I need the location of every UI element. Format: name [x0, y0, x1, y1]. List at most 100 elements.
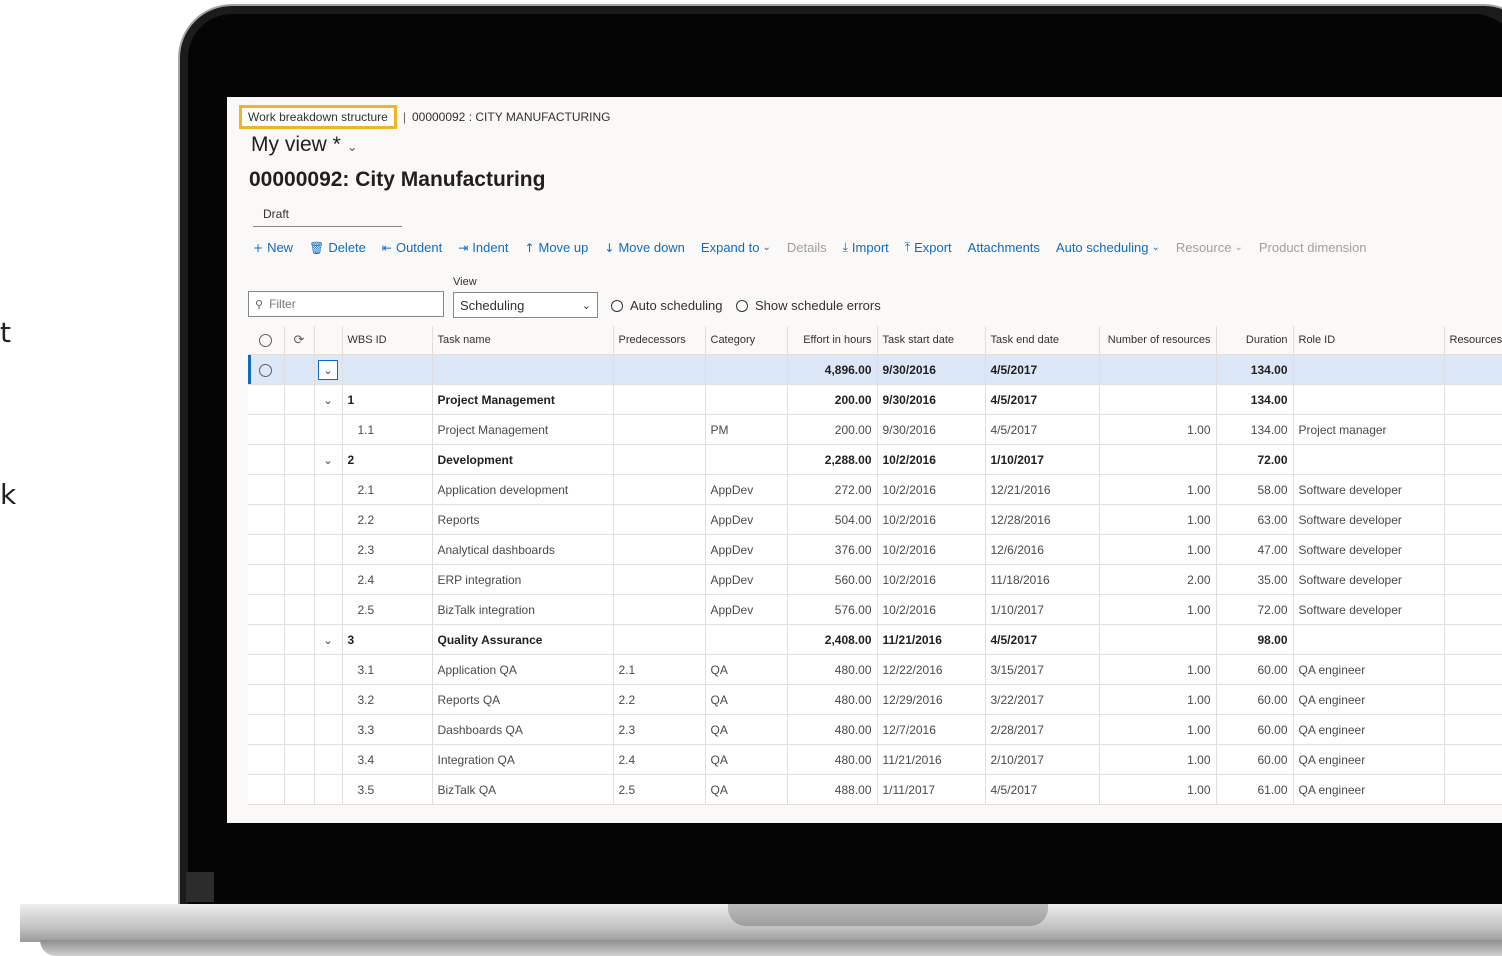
row-select-cell[interactable]: [248, 534, 285, 565]
delete-button[interactable]: 🗑 Delete: [309, 240, 366, 255]
resources-count-cell[interactable]: 1.00: [1099, 594, 1217, 625]
task-name-cell[interactable]: Project Management: [432, 414, 614, 445]
category-cell[interactable]: AppDev: [705, 504, 788, 535]
start-date-cell[interactable]: 9/30/2016: [877, 354, 986, 385]
category-cell[interactable]: [705, 384, 788, 415]
column-header-duration[interactable]: Duration: [1216, 326, 1294, 355]
end-date-cell[interactable]: 2/10/2017: [985, 744, 1100, 775]
wbs-id-cell[interactable]: [342, 354, 433, 385]
resources-cell[interactable]: [1444, 474, 1502, 505]
category-cell[interactable]: [705, 624, 788, 655]
resources-cell[interactable]: [1444, 654, 1502, 685]
resources-cell[interactable]: [1444, 564, 1502, 595]
end-date-cell[interactable]: 4/5/2017: [985, 774, 1100, 805]
refresh-icon[interactable]: ⟳: [294, 333, 305, 348]
row-expand-cell[interactable]: [314, 474, 343, 505]
resources-count-cell[interactable]: 1.00: [1099, 534, 1217, 565]
effort-cell[interactable]: 504.00: [787, 504, 878, 535]
resources-count-cell[interactable]: [1099, 384, 1217, 415]
category-cell[interactable]: AppDev: [705, 594, 788, 625]
wbs-id-cell[interactable]: 1.1: [342, 414, 433, 445]
resources-cell[interactable]: [1444, 504, 1502, 535]
resources-cell[interactable]: [1444, 744, 1502, 775]
end-date-cell[interactable]: 1/10/2017: [985, 444, 1100, 475]
resource-menu[interactable]: Resource ⌄: [1176, 240, 1243, 255]
wbs-id-cell[interactable]: 3.3: [342, 714, 433, 745]
start-date-cell[interactable]: 10/2/2016: [877, 504, 986, 535]
duration-cell[interactable]: 134.00: [1216, 414, 1294, 445]
row-select-cell[interactable]: [248, 624, 285, 655]
chevron-down-icon[interactable]: ⌄: [323, 454, 332, 467]
effort-cell[interactable]: 480.00: [787, 744, 878, 775]
new-button[interactable]: + New: [253, 240, 293, 255]
end-date-cell[interactable]: 4/5/2017: [985, 414, 1100, 445]
resources-cell[interactable]: [1444, 444, 1502, 475]
predecessors-cell[interactable]: [613, 564, 706, 595]
category-cell[interactable]: PM: [705, 414, 788, 445]
effort-cell[interactable]: 200.00: [787, 384, 878, 415]
resources-count-cell[interactable]: 1.00: [1099, 744, 1217, 775]
column-header-task-name[interactable]: Task name: [432, 326, 614, 355]
row-select-cell[interactable]: [248, 594, 285, 625]
row-select-cell[interactable]: [248, 684, 285, 715]
table-row[interactable]: 1.1 Project Management PM 200.00 9/30/2016 4/…: [248, 414, 1502, 445]
move-down-button[interactable]: ↓ Move down: [604, 240, 685, 255]
effort-cell[interactable]: 480.00: [787, 714, 878, 745]
table-row[interactable]: 3.5 BizTalk QA 2.5 QA 488.00 1/11/2017 4/5/201…: [248, 774, 1502, 805]
wbs-id-cell[interactable]: 3.1: [342, 654, 433, 685]
attachments-button[interactable]: Attachments: [968, 240, 1040, 255]
row-expand-cell[interactable]: [314, 744, 343, 775]
role-id-cell[interactable]: Software developer: [1293, 504, 1445, 535]
category-cell[interactable]: QA: [705, 654, 788, 685]
product-dimension-button[interactable]: Product dimension: [1259, 240, 1367, 255]
radio-button[interactable]: [736, 299, 748, 312]
role-id-cell[interactable]: [1293, 354, 1445, 385]
end-date-cell[interactable]: 1/10/2017: [985, 594, 1100, 625]
resources-cell[interactable]: [1444, 594, 1502, 625]
row-select-radio[interactable]: [259, 363, 273, 377]
wbs-id-cell[interactable]: 2.2: [342, 504, 433, 535]
predecessors-cell[interactable]: [613, 534, 706, 565]
category-cell[interactable]: [705, 354, 788, 385]
duration-cell[interactable]: 60.00: [1216, 744, 1294, 775]
effort-cell[interactable]: 2,408.00: [787, 624, 878, 655]
start-date-cell[interactable]: 11/21/2016: [877, 744, 986, 775]
duration-cell[interactable]: 60.00: [1216, 714, 1294, 745]
start-date-cell[interactable]: 10/2/2016: [877, 444, 986, 475]
resources-count-cell[interactable]: 1.00: [1099, 684, 1217, 715]
resources-count-cell[interactable]: 1.00: [1099, 654, 1217, 685]
start-date-cell[interactable]: 10/2/2016: [877, 564, 986, 595]
task-name-cell[interactable]: Reports QA: [432, 684, 614, 715]
resources-count-cell[interactable]: 1.00: [1099, 714, 1217, 745]
export-button[interactable]: ⤒ Export: [905, 240, 952, 255]
task-name-cell[interactable]: Reports: [432, 504, 614, 535]
row-expand-cell[interactable]: ⌄: [314, 354, 343, 385]
role-id-cell[interactable]: [1293, 624, 1445, 655]
category-cell[interactable]: AppDev: [705, 534, 788, 565]
duration-cell[interactable]: 134.00: [1216, 354, 1294, 385]
wbs-id-cell[interactable]: 2.3: [342, 534, 433, 565]
table-row[interactable]: ⌄ 1 Project Management 200.00 9/30/2016 4/5/2…: [248, 384, 1502, 415]
predecessors-cell[interactable]: [613, 594, 706, 625]
duration-cell[interactable]: 60.00: [1216, 684, 1294, 715]
table-row[interactable]: 3.3 Dashboards QA 2.3 QA 480.00 12/7/2016 2/28…: [248, 714, 1502, 745]
row-expand-cell[interactable]: [314, 594, 343, 625]
row-select-cell[interactable]: [248, 774, 285, 805]
table-row[interactable]: ⌄ 3 Quality Assurance 2,408.00 11/21/2016 4/5…: [248, 624, 1502, 655]
category-cell[interactable]: [705, 444, 788, 475]
effort-cell[interactable]: 200.00: [787, 414, 878, 445]
start-date-cell[interactable]: 10/2/2016: [877, 534, 986, 565]
predecessors-cell[interactable]: 2.1: [613, 654, 706, 685]
task-name-cell[interactable]: ERP integration: [432, 564, 614, 595]
predecessors-cell[interactable]: [613, 504, 706, 535]
start-date-cell[interactable]: 11/21/2016: [877, 624, 986, 655]
predecessors-cell[interactable]: [613, 384, 706, 415]
duration-cell[interactable]: 98.00: [1216, 624, 1294, 655]
row-expand-cell[interactable]: [314, 564, 343, 595]
table-row[interactable]: ⌄ 2 Development 2,288.00 10/2/2016 1/10/2017 7…: [248, 444, 1502, 475]
role-id-cell[interactable]: QA engineer: [1293, 654, 1445, 685]
column-header-task-start-date[interactable]: Task start date: [877, 326, 986, 355]
row-select-cell[interactable]: [248, 354, 285, 385]
task-name-cell[interactable]: Development: [432, 444, 614, 475]
predecessors-cell[interactable]: [613, 624, 706, 655]
